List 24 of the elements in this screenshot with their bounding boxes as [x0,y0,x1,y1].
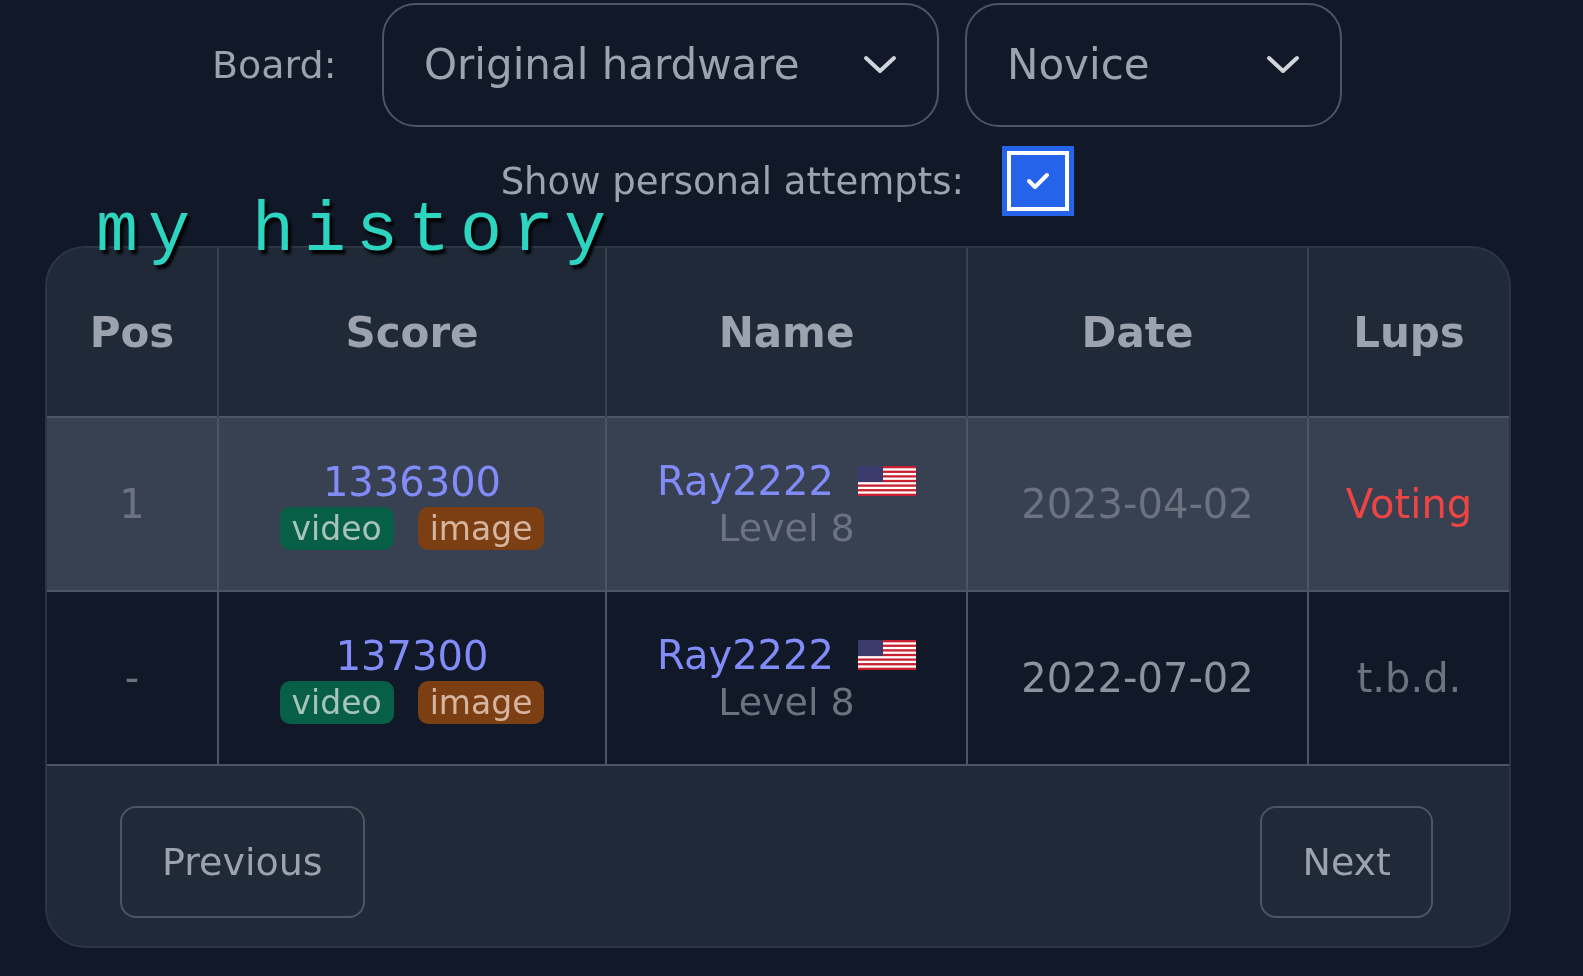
column-header: Lups [1308,248,1509,417]
previous-button[interactable]: Previous [120,806,365,918]
player-link[interactable]: Ray2222 [657,632,834,678]
status-text: t.b.d. [1356,655,1462,701]
dropdown[interactable]: Novice [965,2,1342,127]
score-link[interactable]: 137300 [335,632,489,679]
image-tag[interactable]: image [417,506,545,550]
dropdown[interactable]: Original hardware [382,2,939,127]
score-link[interactable]: 1336300 [322,458,502,505]
player-level: Level 8 [718,680,855,724]
board-label: Board: [212,42,338,87]
video-tag[interactable]: video [279,680,394,724]
flag-icon [857,640,916,670]
chevron-down-icon [863,54,897,75]
chevron-down-icon [1266,54,1300,75]
status-text: Voting [1345,481,1473,527]
checkbox[interactable] [1002,146,1074,216]
flag-icon [857,466,916,496]
video-tag[interactable]: video [279,506,394,550]
table-cell: - [47,591,218,765]
table-cell: 2022-07-02 [967,591,1308,765]
next-button[interactable]: Next [1260,806,1433,918]
image-tag[interactable]: image [417,680,545,724]
player-link[interactable]: Ray2222 [657,458,834,504]
